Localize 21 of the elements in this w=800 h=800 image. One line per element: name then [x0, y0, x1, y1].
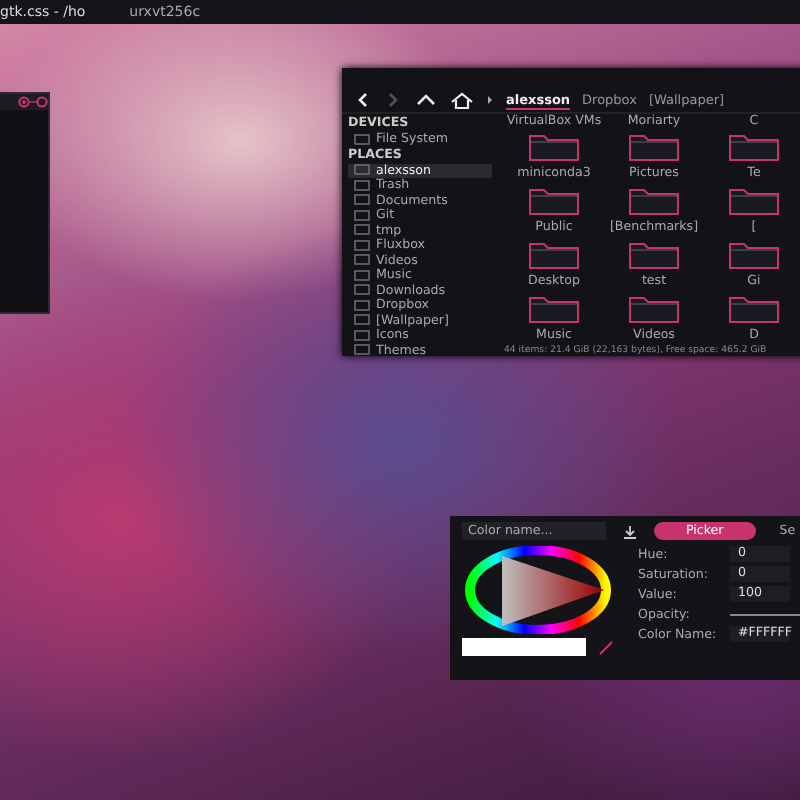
folder-icon[interactable]: [528, 184, 580, 216]
download-icon[interactable]: [622, 523, 638, 539]
folder-icon: [354, 133, 370, 146]
up-icon[interactable]: [414, 90, 438, 110]
color-wheel[interactable]: [462, 546, 614, 634]
folder-icon[interactable]: [528, 238, 580, 270]
window-controls-icon[interactable]: [18, 96, 48, 108]
folder-icon[interactable]: [728, 130, 780, 162]
back-icon[interactable]: [354, 90, 372, 110]
folder-icon[interactable]: [528, 292, 580, 324]
folder-icon[interactable]: [628, 184, 680, 216]
folder-icon[interactable]: [728, 292, 780, 324]
folder-icon[interactable]: [628, 238, 680, 270]
forward-icon[interactable]: [384, 90, 402, 110]
folder-icon[interactable]: [728, 238, 780, 270]
folder-icon[interactable]: [728, 184, 780, 216]
folder-icon[interactable]: [628, 292, 680, 324]
color-swatch: [462, 638, 586, 656]
folder-icon[interactable]: [528, 130, 580, 162]
folder-icon[interactable]: [628, 130, 680, 162]
home-icon[interactable]: [450, 90, 474, 110]
